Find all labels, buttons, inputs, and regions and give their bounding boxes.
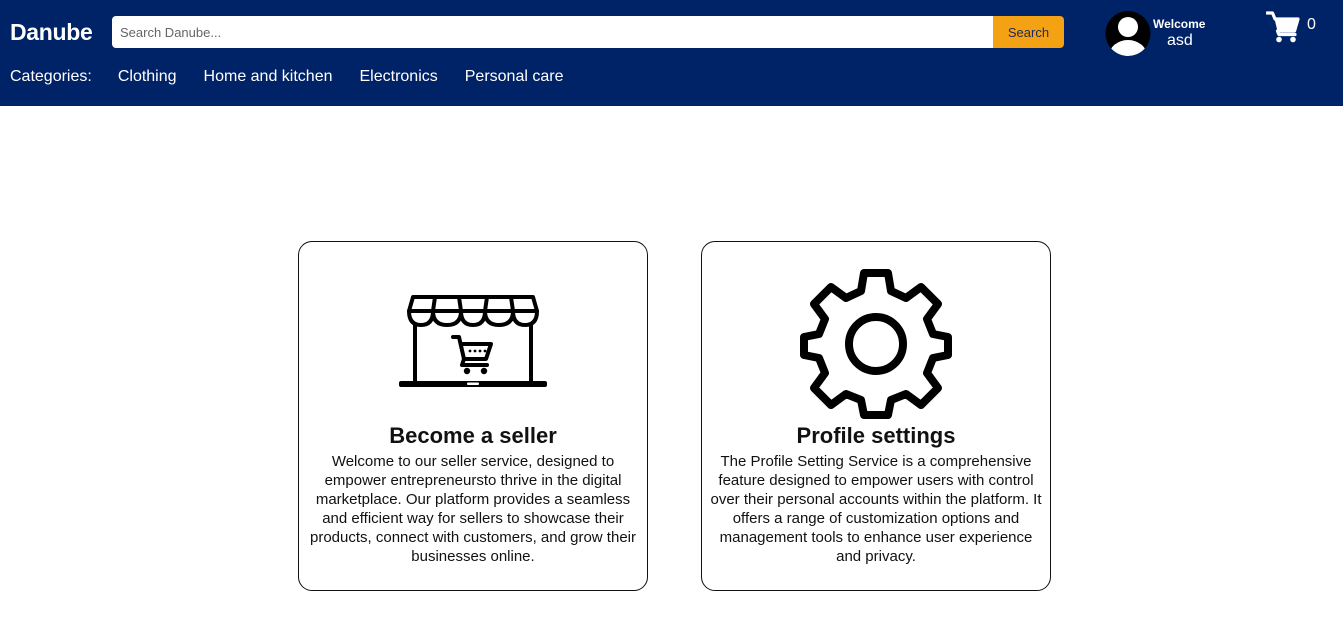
card-icon-wrap (702, 266, 1050, 420)
search-input[interactable] (112, 16, 993, 48)
become-seller-card[interactable]: Become a seller Welcome to our seller se… (298, 241, 648, 591)
cart-count: 0 (1307, 16, 1316, 33)
profile-settings-card[interactable]: Profile settings The Profile Setting Ser… (701, 241, 1051, 591)
logo[interactable]: Danube (10, 19, 93, 46)
card-description: Welcome to our seller service, designed … (310, 453, 636, 565)
card-title: Profile settings (796, 423, 956, 448)
category-clothing[interactable]: Clothing (118, 68, 177, 86)
card-icon-wrap (299, 266, 647, 420)
cart-button[interactable]: 0 (1266, 11, 1322, 45)
categories-label: Categories: (10, 68, 92, 85)
card-description: The Profile Setting Service is a compreh… (710, 453, 1042, 565)
top-header: Danube Search Welcome asd 0 Categories: … (0, 0, 1343, 106)
search-bar: Search (112, 16, 1064, 48)
category-personal-care[interactable]: Personal care (465, 68, 564, 86)
category-electronics[interactable]: Electronics (360, 68, 438, 86)
categories-nav: Categories: Clothing Home and kitchen El… (10, 67, 590, 87)
card-title: Become a seller (389, 423, 557, 448)
user-avatar-icon (1105, 11, 1151, 56)
category-home-and-kitchen[interactable]: Home and kitchen (204, 68, 333, 86)
storefront-cart-icon (399, 295, 547, 387)
user-account[interactable]: Welcome asd (1105, 10, 1245, 58)
gear-icon (800, 269, 952, 419)
search-button[interactable]: Search (993, 16, 1064, 48)
shopping-cart-icon (1266, 11, 1300, 43)
username: asd (1167, 32, 1193, 49)
welcome-text: Welcome (1153, 17, 1206, 31)
